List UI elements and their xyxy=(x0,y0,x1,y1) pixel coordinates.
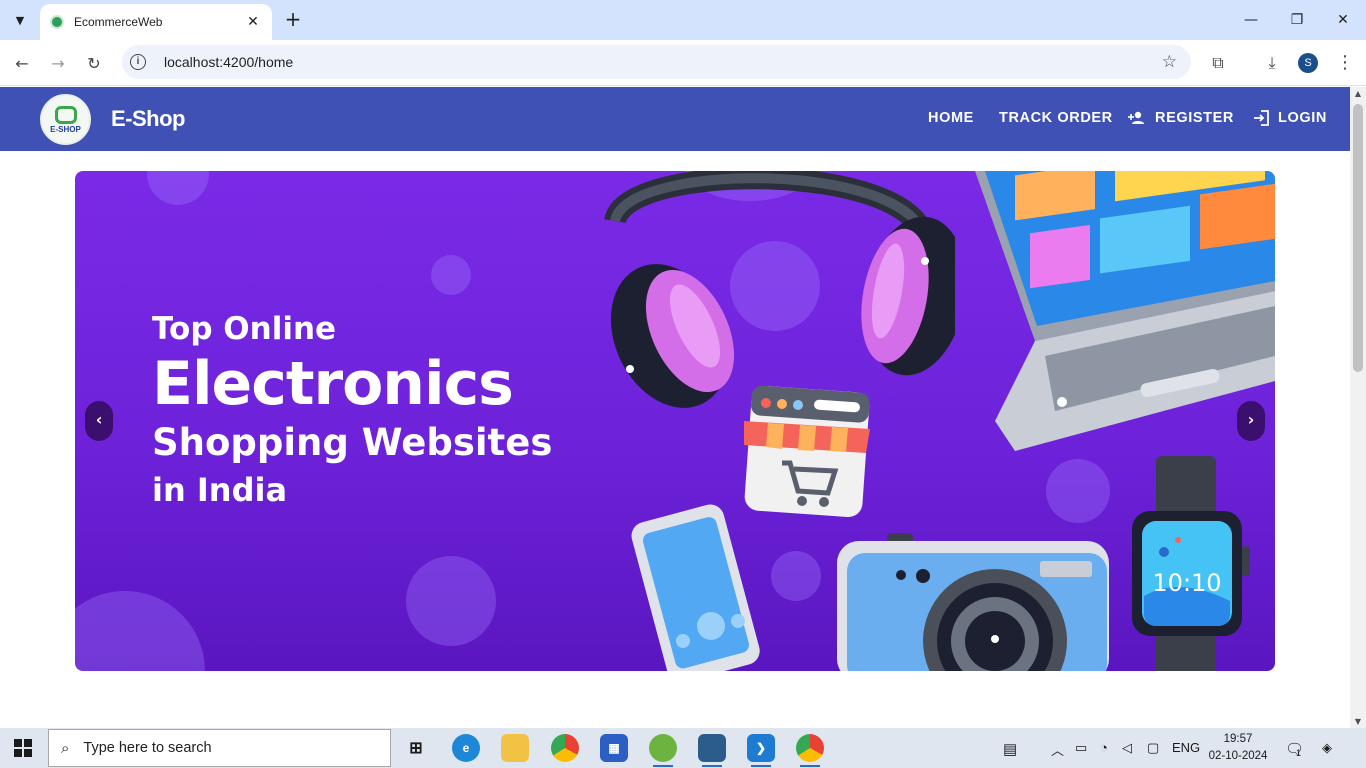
decor-bubble xyxy=(406,556,496,646)
back-icon[interactable]: ← xyxy=(8,49,36,77)
nav-login[interactable]: LOGIN xyxy=(1253,110,1327,126)
tab-search-button[interactable]: ▼ xyxy=(6,6,34,34)
decor-bubble xyxy=(147,171,209,205)
laptop-illustration xyxy=(975,171,1275,451)
extensions-icon[interactable]: ⧉ xyxy=(1207,53,1229,73)
menu-kebab-icon[interactable]: ⋮ xyxy=(1336,52,1354,73)
carousel-prev-button[interactable]: ‹ xyxy=(85,401,113,441)
browser-tabstrip: ▼ EcommerceWeb ✕ + — ❐ ✕ xyxy=(0,0,1366,40)
clock-date: 02-10-2024 xyxy=(1208,750,1268,762)
browser-toolbar: ← → ↻ i localhost:4200/home ☆ ⧉ ⤓ S ⋮ xyxy=(0,40,1366,86)
url-text: localhost:4200/home xyxy=(164,54,294,70)
nav-track-order-label: TRACK ORDER xyxy=(999,110,1113,126)
phone-illustration xyxy=(631,504,760,671)
news-widget-icon[interactable]: ▤ xyxy=(1003,740,1017,758)
edge-icon[interactable]: e xyxy=(452,734,480,762)
cart-logo-icon xyxy=(54,105,77,124)
scroll-down-icon[interactable]: ▼ xyxy=(1350,717,1366,726)
reload-icon[interactable]: ↻ xyxy=(80,49,108,77)
store-icon[interactable]: ▦ xyxy=(600,734,628,762)
bookmark-star-icon[interactable]: ☆ xyxy=(1162,52,1177,72)
shop-card-illustration xyxy=(744,385,870,518)
notifications-icon[interactable]: 🗨 xyxy=(1285,740,1304,758)
downloads-icon[interactable]: ⤓ xyxy=(1261,53,1283,73)
banner-line-2: Electronics xyxy=(152,349,514,419)
decor-bubble xyxy=(75,591,205,671)
wifi-icon[interactable]: ◔ xyxy=(1100,740,1108,755)
close-window-button[interactable]: ✕ xyxy=(1320,0,1366,40)
banner-line-3: Shopping Websites xyxy=(152,421,553,464)
person-add-icon xyxy=(1128,111,1144,124)
login-icon xyxy=(1254,110,1269,126)
nav-track-order[interactable]: TRACK ORDER xyxy=(999,110,1113,126)
scrollbar-thumb[interactable] xyxy=(1353,104,1363,372)
battery-icon[interactable]: ▭ xyxy=(1075,740,1087,756)
scroll-up-icon[interactable]: ▲ xyxy=(1350,89,1366,98)
show-hidden-icons-icon[interactable]: ︿ xyxy=(1051,740,1064,759)
restore-button[interactable]: ❐ xyxy=(1274,0,1320,40)
profile-avatar[interactable]: S xyxy=(1298,53,1318,73)
logo-text: E-SHOP xyxy=(50,124,81,134)
banner-line-1: Top Online xyxy=(152,311,337,347)
new-tab-button[interactable]: + xyxy=(282,8,304,30)
site-navbar: E-SHOP E-Shop HOME TRACK ORDER REGISTER … xyxy=(0,87,1350,151)
brand-name[interactable]: E-Shop xyxy=(111,106,186,132)
windows-taskbar: ⌕ Type here to search ⊞ e ▦ ❯ ▤ ︿ ▭ ◔ ◁ … xyxy=(0,728,1366,768)
carousel-next-button[interactable]: › xyxy=(1237,401,1265,441)
page-viewport: E-SHOP E-Shop HOME TRACK ORDER REGISTER … xyxy=(0,87,1350,728)
chrome-profile-icon[interactable] xyxy=(796,734,824,767)
tab-title: EcommerceWeb xyxy=(74,15,163,29)
nav-register[interactable]: REGISTER xyxy=(1128,110,1234,126)
vscode-icon[interactable]: ❯ xyxy=(747,734,775,767)
volume-icon[interactable]: ◁ xyxy=(1122,740,1132,756)
search-placeholder: Type here to search xyxy=(83,740,212,756)
close-tab-icon[interactable]: ✕ xyxy=(244,14,262,30)
favicon-icon xyxy=(50,15,64,29)
clock-time: 19:57 xyxy=(1223,733,1253,745)
nav-login-label: LOGIN xyxy=(1278,110,1327,126)
file-explorer-icon[interactable] xyxy=(501,734,529,762)
notification-count: 1 xyxy=(1296,748,1302,758)
page-scrollbar[interactable]: ▲ ▼ xyxy=(1350,87,1366,728)
minimize-button[interactable]: — xyxy=(1228,0,1274,40)
windows-start-icon[interactable] xyxy=(14,739,32,757)
decor-bubble xyxy=(431,255,471,295)
camera-illustration xyxy=(837,533,1109,671)
watch-time: 10:10 xyxy=(1152,569,1221,597)
site-info-icon[interactable]: i xyxy=(130,54,146,70)
watch-illustration: 10:10 xyxy=(1132,456,1250,671)
decor-bubble xyxy=(1046,459,1110,523)
mysql-workbench-icon[interactable] xyxy=(698,734,726,767)
banner-line-4: in India xyxy=(152,471,288,509)
chrome-icon[interactable] xyxy=(551,734,579,762)
eshop-logo[interactable]: E-SHOP xyxy=(40,94,91,145)
search-icon: ⌕ xyxy=(61,739,70,757)
taskbar-clock[interactable]: 19:57 02-10-2024 xyxy=(1204,731,1272,765)
forward-icon[interactable]: → xyxy=(44,49,72,77)
nav-register-label: REGISTER xyxy=(1155,110,1234,126)
nav-home[interactable]: HOME xyxy=(928,110,974,126)
language-indicator[interactable]: ENG xyxy=(1172,740,1200,755)
taskbar-search-input[interactable]: ⌕ Type here to search xyxy=(48,729,391,767)
nav-home-label: HOME xyxy=(928,110,974,126)
hero-carousel: Top Online Electronics Shopping Websites… xyxy=(75,171,1275,671)
spring-tools-icon[interactable] xyxy=(649,734,677,767)
copilot-icon[interactable]: ◈ xyxy=(1322,740,1332,756)
meet-now-icon[interactable]: ▢ xyxy=(1147,740,1159,756)
address-bar[interactable]: i localhost:4200/home ☆ xyxy=(122,45,1191,79)
browser-tab[interactable]: EcommerceWeb ✕ xyxy=(40,4,272,40)
task-view-icon[interactable]: ⊞ xyxy=(402,734,430,762)
